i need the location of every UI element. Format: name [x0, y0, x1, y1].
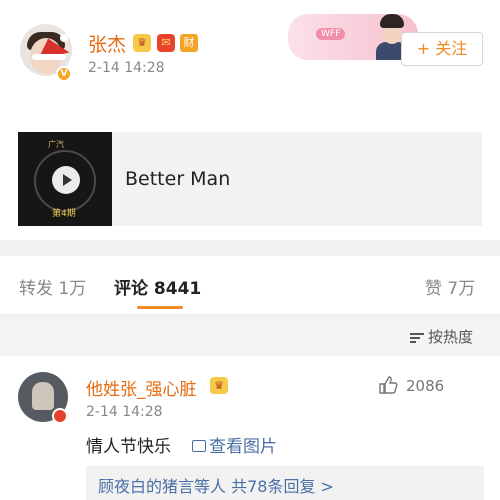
cai-badge: 财 [180, 34, 198, 52]
follow-button[interactable]: + 关注 [401, 32, 483, 66]
sort-button[interactable]: 按热度 [410, 326, 473, 347]
comment-like-count: 2086 [406, 377, 445, 395]
play-icon[interactable] [52, 166, 80, 194]
tab-like[interactable]: 赞 7万 [425, 274, 475, 299]
media-card[interactable]: 广汽 第4期 Better Man [18, 132, 482, 226]
active-tab-indicator [137, 306, 183, 309]
thumb-episode: 第4期 [52, 209, 76, 219]
verified-icon: V [56, 66, 72, 82]
crown-icon: ♛ [210, 377, 228, 394]
commenter-username[interactable]: 他姓张_强心脏 [86, 375, 197, 400]
view-image-label: 查看图片 [209, 437, 277, 457]
media-title[interactable]: Better Man [125, 168, 230, 190]
crown-icon: ♛ [133, 34, 151, 52]
banner-tag: WFF [316, 28, 346, 40]
video-thumbnail[interactable]: 广汽 第4期 [18, 132, 112, 226]
comment-item: 他姓张_强心脏 ♛ 2-14 14:28 2086 情人节快乐 查看图片 顾夜白… [0, 356, 500, 500]
decoration-banner: WFF [288, 14, 418, 60]
post-time: 2-14 14:28 [88, 60, 165, 76]
sort-bar: 按热度 [0, 320, 500, 352]
post-card: V 张杰 ♛ ✉ 财 2-14 14:28 WFF + 关注 广汽 第4期 Be… [0, 0, 500, 240]
post-username[interactable]: 张杰 [88, 30, 126, 57]
sort-icon [410, 332, 424, 344]
red-envelope-icon: ✉ [157, 34, 175, 52]
tab-repost[interactable]: 转发 1万 [19, 274, 86, 299]
image-icon [192, 440, 206, 452]
replies-link[interactable]: 顾夜白的猪言等人 共78条回复 > [98, 473, 334, 497]
tab-comment[interactable]: 评论 8441 [114, 274, 201, 299]
interaction-tabs: 转发 1万 评论 8441 赞 7万 [0, 256, 500, 314]
sort-label: 按热度 [428, 328, 474, 346]
comment-time: 2-14 14:28 [86, 404, 163, 420]
replies-preview[interactable]: 顾夜白的猪言等人 共78条回复 > [86, 466, 484, 500]
verified-icon [52, 408, 68, 424]
comment-like-button[interactable]: 2086 [378, 376, 444, 395]
thumb-logo: 广汽 [48, 140, 64, 149]
comment-text: 情人节快乐 [86, 437, 171, 457]
thumbs-up-icon [379, 376, 398, 394]
view-image-link[interactable]: 查看图片 [192, 432, 277, 457]
